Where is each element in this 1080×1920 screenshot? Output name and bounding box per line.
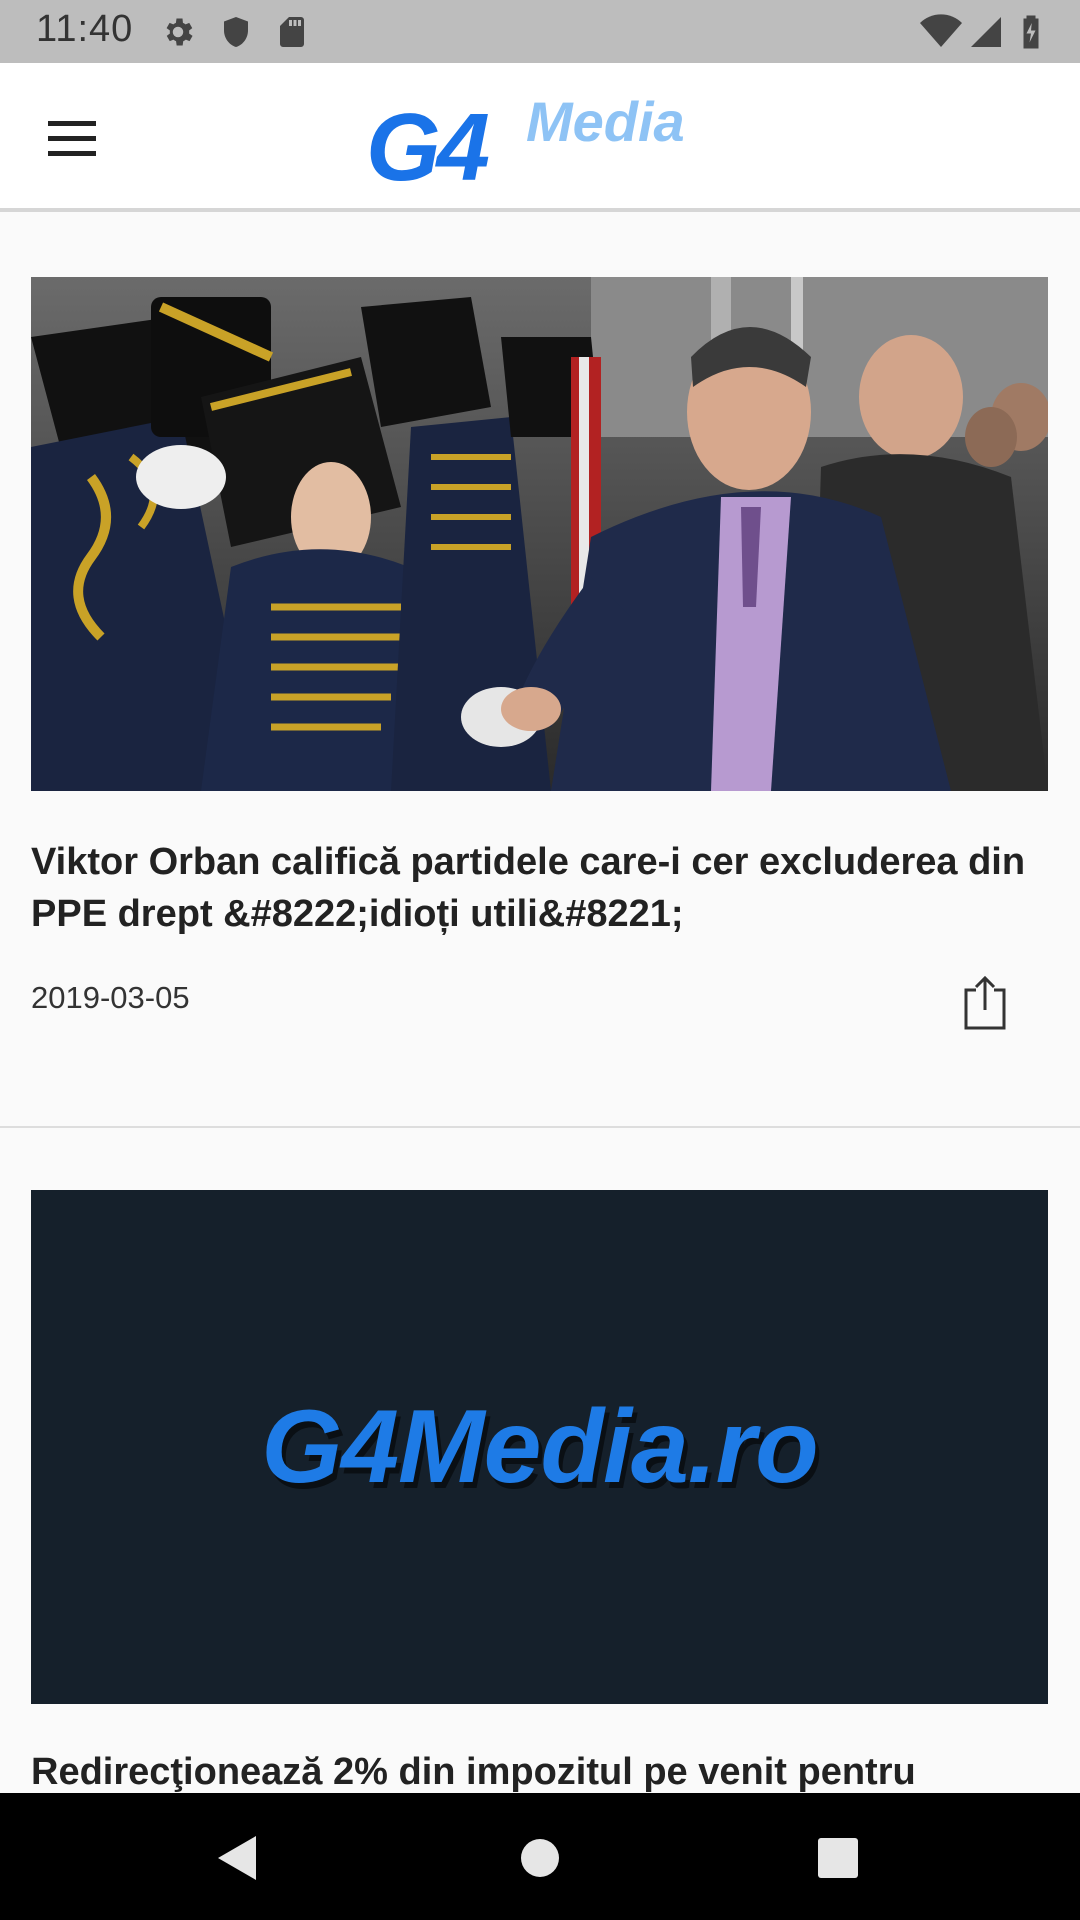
- status-bar: 11:40: [0, 0, 1080, 63]
- article-photo: [31, 277, 1048, 791]
- signal-icon: [971, 17, 1001, 47]
- home-icon[interactable]: [505, 1823, 575, 1893]
- banner-text: G4Media.ro: [261, 1388, 818, 1505]
- article-date: 2019-03-05: [31, 980, 190, 1015]
- system-nav-bar: [0, 1793, 1080, 1920]
- wifi-icon: [920, 14, 962, 47]
- status-time: 11:40: [36, 8, 134, 50]
- logo-main: G4: [366, 94, 490, 201]
- logo-sub: Media: [526, 90, 685, 153]
- battery-icon: [1023, 15, 1039, 49]
- back-icon[interactable]: [204, 1823, 274, 1893]
- app-logo: G4 Media: [366, 85, 726, 201]
- g4media-banner: G4Media.ro: [31, 1190, 1048, 1704]
- article-title[interactable]: Redirecţionează 2% din impozitul pe veni…: [31, 1746, 1051, 1793]
- article-image[interactable]: G4Media.ro: [31, 1190, 1048, 1704]
- gear-icon: [166, 18, 193, 46]
- shield-icon: [224, 17, 248, 47]
- app-bar: G4 Media: [0, 63, 1080, 212]
- sd-card-icon: [280, 17, 304, 47]
- article-image[interactable]: [31, 277, 1048, 791]
- share-icon[interactable]: [962, 975, 1008, 1030]
- article-card[interactable]: Viktor Orban califică partidele care-i c…: [0, 216, 1080, 1128]
- article-card[interactable]: G4Media.ro Redirecţionează 2% din impozi…: [0, 1130, 1080, 1793]
- article-title[interactable]: Viktor Orban califică partidele care-i c…: [31, 836, 1051, 940]
- recents-icon[interactable]: [803, 1823, 873, 1893]
- hamburger-menu-icon[interactable]: [36, 109, 112, 169]
